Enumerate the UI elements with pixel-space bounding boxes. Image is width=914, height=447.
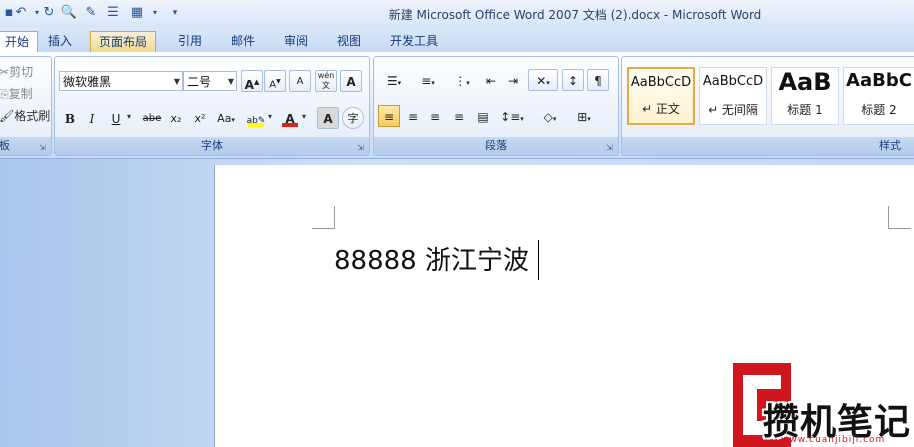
italic-button[interactable]: I <box>81 107 103 129</box>
enclose-char-button[interactable]: 字 <box>342 107 364 129</box>
show-marks-icon[interactable]: ¶ <box>587 69 609 91</box>
window-title: 新建 Microsoft Office Word 2007 文档 (2).doc… <box>388 8 762 22</box>
copy-icon: ⎘ <box>0 87 9 101</box>
font-color-dropdown-icon[interactable]: ▾ <box>302 112 306 121</box>
font-color-bar <box>282 123 298 127</box>
underline-button[interactable]: U <box>105 107 127 129</box>
chinese-layout-icon[interactable]: ✕▾ <box>528 69 558 91</box>
ribbon-tabs: 开始 插入 页面布局 引用 邮件 审阅 视图 开发工具 <box>0 28 914 53</box>
paragraph-group: ☰▾ ≡▾ ⋮▾ ⇤ ⇥ ✕▾ ↕ ¶ ≡ ≡ ≡ ≡ ▤ ↕≡▾ ◇▾ ⊞▾ … <box>373 56 619 156</box>
highlight-dropdown-icon[interactable]: ▾ <box>268 112 272 121</box>
highlight-button[interactable]: ab✎ <box>245 107 267 129</box>
document-text[interactable]: 88888 浙江宁波 <box>334 240 529 277</box>
tab-insert[interactable]: 插入 <box>40 31 80 52</box>
font-name-select[interactable]: 微软雅黑 ▼ <box>59 71 183 91</box>
tab-mailings[interactable]: 邮件 <box>223 31 263 52</box>
crop-mark-top-right <box>888 206 911 229</box>
font-dialog-launcher-icon[interactable]: ⇲ <box>357 143 366 152</box>
scissors-icon: ✂ <box>0 65 10 79</box>
style-no-spacing[interactable]: AaBbCcD ↵ 无间隔 <box>699 67 767 125</box>
grow-font-button[interactable]: A▲ <box>241 70 263 92</box>
chevron-down-icon: ▼ <box>173 77 180 86</box>
format-painter-button[interactable]: 🖌格式刷 <box>0 107 50 124</box>
phonetic-guide-button[interactable]: wén 文 <box>315 70 337 92</box>
font-group-title: 字体 <box>55 137 369 155</box>
paragraph-dialog-launcher-icon[interactable]: ⇲ <box>606 143 615 152</box>
increase-indent-icon[interactable]: ⇥ <box>502 69 524 91</box>
shrink-font-button[interactable]: A▼ <box>264 70 286 92</box>
title-bar: ▪ ↶ ▾ ↻ 🔍 ✎ ☰ ▦ ▾ ▾ 新建 Microsoft Office … <box>0 0 914 29</box>
tab-page-layout[interactable]: 页面布局 <box>90 31 157 53</box>
shading-icon[interactable]: ◇▾ <box>534 105 566 127</box>
tab-home[interactable]: 开始 <box>0 31 39 53</box>
watermark-logo: 攒机笔记 www.cuanjibiji.com <box>733 363 914 447</box>
borders-icon[interactable]: ⊞▾ <box>568 105 600 127</box>
subscript-button[interactable]: x₂ <box>165 107 187 129</box>
crop-mark-top-left <box>312 206 335 229</box>
clear-format-button[interactable]: A <box>289 70 311 92</box>
change-case-button[interactable]: Aa▾ <box>213 107 239 129</box>
bullets-icon[interactable]: ☰▾ <box>378 69 410 91</box>
text-caret <box>538 240 539 280</box>
style-normal[interactable]: AaBbCcD ↵ 正文 <box>627 67 695 125</box>
bold-button[interactable]: B <box>59 107 81 129</box>
tab-developer[interactable]: 开发工具 <box>382 31 446 52</box>
sort-icon[interactable]: ↕ <box>562 69 584 91</box>
styles-group: AaBbCcD ↵ 正文 AaBbCcD ↵ 无间隔 AaB 标题 1 AaBb… <box>621 56 914 156</box>
font-color-button[interactable]: A <box>279 107 301 129</box>
align-left-icon[interactable]: ≡ <box>378 105 400 127</box>
superscript-button[interactable]: x² <box>189 107 211 129</box>
paragraph-group-title: 段落 <box>374 137 618 155</box>
numbering-icon[interactable]: ≡▾ <box>412 69 444 91</box>
font-size-select[interactable]: 二号 ▼ <box>183 71 237 91</box>
styles-group-title: 样式 <box>622 137 914 155</box>
char-shading-button[interactable]: A <box>317 107 339 129</box>
underline-dropdown-icon[interactable]: ▾ <box>127 112 131 121</box>
align-center-icon[interactable]: ≡ <box>402 105 424 127</box>
decrease-indent-icon[interactable]: ⇤ <box>480 69 502 91</box>
justify-icon[interactable]: ≡ <box>448 105 470 127</box>
strikethrough-button[interactable]: abe <box>139 107 165 129</box>
ribbon: ✂剪切 ⎘复制 🖌格式刷 板 ⇲ 微软雅黑 ▼ 二号 ▼ A▲ A▼ A wén 文 … <box>0 52 914 159</box>
style-heading-1[interactable]: AaB 标题 1 <box>771 67 839 125</box>
tab-review[interactable]: 审阅 <box>276 31 316 52</box>
highlight-color-bar <box>248 123 264 127</box>
line-spacing-icon[interactable]: ↕≡▾ <box>496 105 528 127</box>
clipboard-dialog-launcher-icon[interactable]: ⇲ <box>39 143 48 152</box>
distributed-icon[interactable]: ▤ <box>472 105 494 127</box>
copy-button[interactable]: ⎘复制 <box>0 85 33 102</box>
char-border-button[interactable]: A <box>340 70 362 92</box>
chevron-down-icon: ▼ <box>227 77 234 86</box>
tab-references[interactable]: 引用 <box>170 31 210 52</box>
tab-view[interactable]: 视图 <box>329 31 369 52</box>
brush-icon: 🖌 <box>0 109 15 123</box>
font-group: 微软雅黑 ▼ 二号 ▼ A▲ A▼ A wén 文 A B I U ▾ abe x₂ … <box>54 56 370 156</box>
align-right-icon[interactable]: ≡ <box>424 105 446 127</box>
logo-url: www.cuanjibiji.com <box>781 435 886 445</box>
cut-button[interactable]: ✂剪切 <box>0 63 33 80</box>
style-heading-2[interactable]: AaBbC 标题 2 <box>843 67 914 125</box>
clipboard-group: ✂剪切 ⎘复制 🖌格式刷 板 ⇲ <box>0 56 52 156</box>
multilevel-list-icon[interactable]: ⋮▾ <box>446 69 478 91</box>
